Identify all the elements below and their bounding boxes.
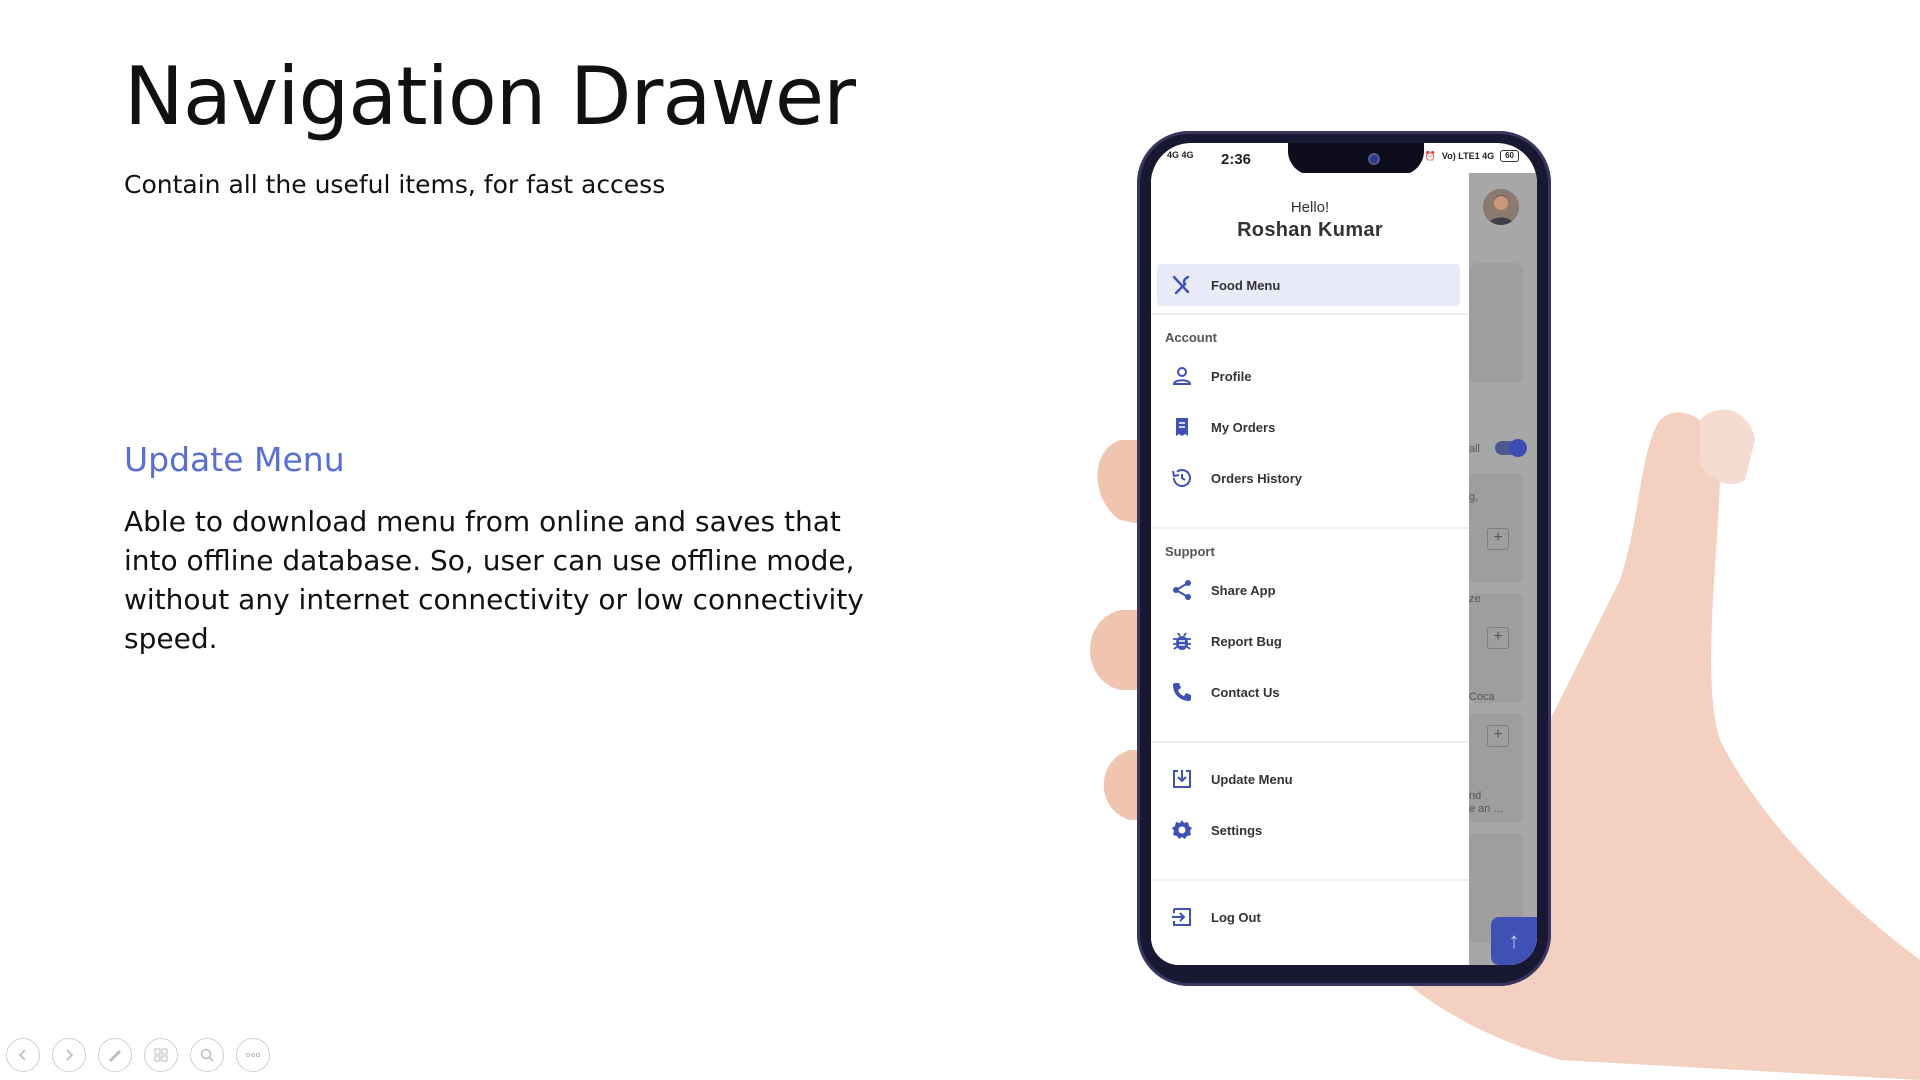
- gear-icon: [1169, 817, 1195, 843]
- drawer-item-label: Settings: [1211, 822, 1263, 838]
- more-options-button[interactable]: [236, 1038, 270, 1072]
- next-slide-button[interactable]: [52, 1038, 86, 1072]
- behind-text: nd: [1469, 790, 1482, 802]
- status-icons: ⏰ Vo) LTE1 4G 60: [1425, 150, 1519, 162]
- section-label-support: Support: [1165, 544, 1215, 559]
- more-dots-icon: [245, 1052, 261, 1058]
- drawer-item-label: Food Menu: [1211, 277, 1281, 293]
- toggle-switch[interactable]: [1495, 439, 1527, 457]
- divider: [1151, 527, 1469, 529]
- slides-grid-icon: [154, 1048, 168, 1062]
- pen-icon: [109, 1050, 121, 1062]
- bug-icon: [1169, 628, 1195, 654]
- drawer-item-label: Update Menu: [1211, 771, 1293, 787]
- drawer-item-food-menu[interactable]: Food Menu: [1157, 264, 1460, 306]
- drawer-item-label: Log Out: [1211, 909, 1261, 925]
- behind-text: g,: [1469, 491, 1479, 503]
- slide-title: Navigation Drawer: [124, 50, 856, 143]
- slideshow-controls: [6, 1038, 270, 1072]
- divider: [1151, 879, 1469, 881]
- greeting-text: Hello!: [1290, 199, 1330, 216]
- restaurant-icon: [1169, 272, 1195, 298]
- avatar-image: [1483, 189, 1519, 225]
- drawer-item-label: Report Bug: [1211, 633, 1282, 649]
- drawer-item-my-orders[interactable]: My Orders: [1157, 406, 1460, 448]
- history-icon: [1169, 465, 1195, 491]
- divider: [1151, 313, 1469, 315]
- phone-notch: [1288, 143, 1424, 175]
- drawer-item-orders-history[interactable]: Orders History: [1157, 457, 1460, 499]
- receipt-icon: [1169, 414, 1195, 440]
- drawer-item-label: Orders History: [1211, 470, 1303, 486]
- drawer-item-log-out[interactable]: Log Out: [1157, 896, 1460, 938]
- add-button[interactable]: +: [1487, 627, 1509, 649]
- phone-frame: all g, + ze + Coca + nd e an ... ↑ 4G 4G…: [1137, 131, 1551, 986]
- user-name: Roshan Kumar: [1237, 219, 1383, 241]
- drawer-item-label: Contact Us: [1211, 684, 1280, 700]
- clock: 2:36: [1221, 151, 1252, 168]
- share-icon: [1169, 577, 1195, 603]
- person-icon: [1169, 363, 1195, 389]
- logout-icon: [1169, 904, 1195, 930]
- add-button[interactable]: +: [1487, 528, 1509, 550]
- feature-description: Able to download menu from online and sa…: [124, 505, 864, 655]
- drawer-item-report-bug[interactable]: Report Bug: [1157, 620, 1460, 662]
- signal-indicator: 4G 4G: [1167, 150, 1194, 160]
- previous-slide-button[interactable]: [6, 1038, 40, 1072]
- arrow-left-icon: [18, 1049, 26, 1061]
- navigation-drawer: Hello! Roshan Kumar Food Menu Account Pr…: [1151, 173, 1469, 965]
- drawer-item-settings[interactable]: Settings: [1157, 809, 1460, 851]
- drawer-item-label: Share App: [1211, 582, 1276, 598]
- behind-card: [1469, 263, 1523, 383]
- app-content-scrim[interactable]: all g, + ze + Coca + nd e an ... ↑: [1469, 173, 1537, 965]
- drawer-item-profile[interactable]: Profile: [1157, 355, 1460, 397]
- zoom-button[interactable]: [190, 1038, 224, 1072]
- divider: [1151, 741, 1469, 743]
- behind-text: e an ...: [1469, 803, 1503, 815]
- drawer-item-update-menu[interactable]: Update Menu: [1157, 758, 1460, 800]
- front-camera: [1368, 153, 1380, 165]
- feature-heading: Update Menu: [124, 440, 345, 479]
- arrow-right-icon: [66, 1049, 74, 1061]
- behind-text: Coca: [1469, 691, 1495, 703]
- arrow-up-icon: ↑: [1508, 928, 1520, 953]
- alarm-icon: ⏰: [1424, 150, 1436, 161]
- drawer-item-contact-us[interactable]: Contact Us: [1157, 671, 1460, 713]
- battery-indicator: 60: [1500, 150, 1519, 162]
- behind-text: all: [1469, 443, 1481, 455]
- see-all-slides-button[interactable]: [144, 1038, 178, 1072]
- drawer-item-share-app[interactable]: Share App: [1157, 569, 1460, 611]
- avatar[interactable]: [1483, 189, 1519, 225]
- drawer-item-label: My Orders: [1211, 419, 1276, 435]
- scroll-up-fab[interactable]: ↑: [1491, 917, 1537, 965]
- add-button[interactable]: +: [1487, 725, 1509, 747]
- section-label-account: Account: [1165, 330, 1217, 345]
- slide-subtitle: Contain all the useful items, for fast a…: [124, 170, 666, 199]
- behind-text: ze: [1469, 593, 1481, 605]
- download-icon: [1169, 766, 1195, 792]
- network-indicator: Vo) LTE1 4G: [1441, 151, 1495, 161]
- pen-tool-button[interactable]: [98, 1038, 132, 1072]
- magnifier-icon: [200, 1048, 214, 1062]
- phone-icon: [1169, 679, 1195, 705]
- drawer-item-label: Profile: [1211, 368, 1252, 384]
- phone-screen: all g, + ze + Coca + nd e an ... ↑ 4G 4G…: [1151, 143, 1537, 965]
